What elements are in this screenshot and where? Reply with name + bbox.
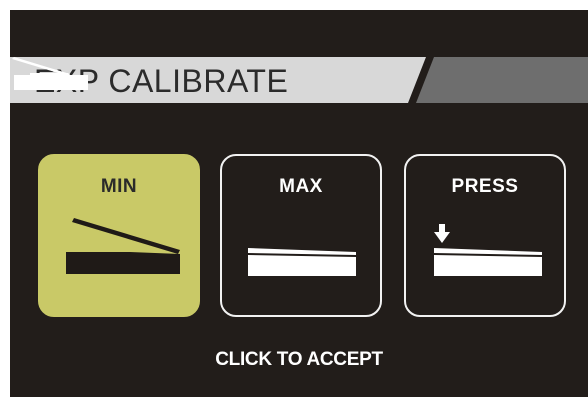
expression-pedal-icon	[12, 57, 88, 90]
step-max-button[interactable]: MAX	[220, 154, 382, 317]
press-arrow-icon	[434, 224, 450, 243]
step-press-button[interactable]: PRESS	[404, 154, 566, 317]
click-to-accept-prompt[interactable]: CLICK TO ACCEPT	[10, 349, 588, 371]
calibration-screen: EXP CALIBRATE MIN MAX PRESS CLICK TO ACC…	[10, 10, 588, 397]
pedal-press-icon	[434, 224, 542, 276]
step-min-button[interactable]: MIN	[38, 154, 200, 317]
pedal-max-icon	[248, 248, 356, 276]
header-bar: EXP CALIBRATE	[10, 57, 588, 103]
pedal-min-icon	[66, 218, 180, 274]
